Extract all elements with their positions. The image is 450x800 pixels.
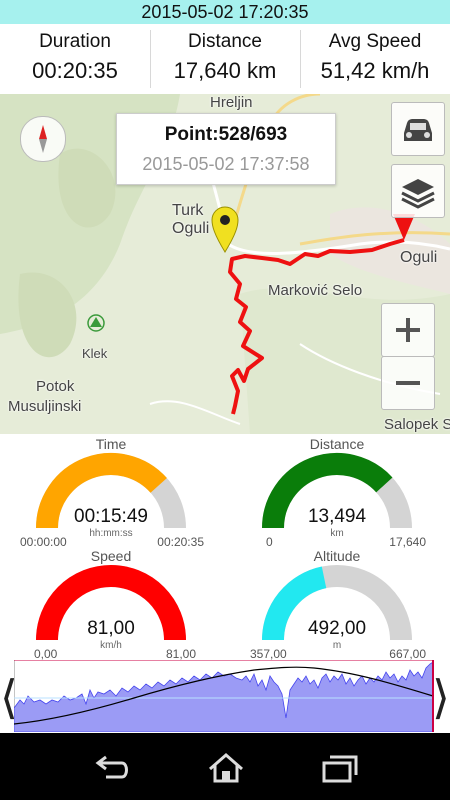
place-label: Salopek S bbox=[384, 416, 450, 433]
plus-icon bbox=[396, 318, 420, 342]
route-map[interactable]: Hreljin Turk Oguli Marković Selo Oguli K… bbox=[0, 94, 450, 434]
road bbox=[149, 400, 241, 425]
distance-gauge: Distance 13,494 km 0 17,640 bbox=[252, 436, 426, 554]
point-info-popup: Point:528/693 2015-05-02 17:37:58 bbox=[116, 113, 336, 185]
layers-button[interactable] bbox=[391, 164, 445, 218]
distance-stat: Distance 17,640 km bbox=[150, 24, 300, 94]
gauge-title: Distance bbox=[309, 436, 365, 452]
avg-speed-label: Avg Speed bbox=[328, 31, 422, 52]
compass-button[interactable] bbox=[20, 116, 66, 162]
distance-value: 17,640 km bbox=[173, 58, 277, 83]
car-icon bbox=[404, 119, 432, 141]
distance-label: Distance bbox=[188, 31, 262, 52]
zoom-out-button[interactable] bbox=[381, 356, 435, 410]
next-arrow[interactable]: ⟩ bbox=[432, 672, 450, 722]
android-nav-bar bbox=[0, 733, 450, 800]
gauge-min: 357,00 bbox=[250, 647, 287, 661]
back-icon[interactable] bbox=[92, 753, 132, 783]
gauge-min: 0,00 bbox=[34, 647, 58, 661]
gauge-title: Time bbox=[95, 436, 127, 452]
speed-gauge: Speed 81,00 km/h 0,00 81,00 bbox=[26, 548, 196, 666]
gauge-value: 81,00 bbox=[87, 618, 135, 639]
place-label: Musuljinski bbox=[8, 398, 82, 415]
layers-icon bbox=[401, 179, 435, 209]
minus-icon bbox=[396, 381, 420, 385]
gauge-max: 17,640 bbox=[389, 535, 426, 549]
position-pin-icon bbox=[211, 206, 239, 253]
place-label: Oguli bbox=[400, 249, 438, 266]
place-label: Potok bbox=[36, 378, 75, 395]
zoom-in-button[interactable] bbox=[381, 303, 435, 357]
place-label: Klek bbox=[82, 346, 108, 361]
recent-apps-icon[interactable] bbox=[320, 753, 360, 783]
compass-icon bbox=[39, 125, 47, 153]
duration-value: 00:20:35 bbox=[32, 58, 118, 83]
place-label: Oguli bbox=[172, 220, 210, 237]
home-icon[interactable] bbox=[206, 753, 246, 783]
gauge-max: 00:20:35 bbox=[157, 535, 204, 549]
place-label: Turk bbox=[172, 202, 204, 219]
summary-stats: Duration 00:20:35 Distance 17,640 km Avg… bbox=[0, 24, 450, 94]
altitude-gauge: Altitude 492,00 m 357,00 667,00 bbox=[250, 548, 426, 666]
gauge-title: Altitude bbox=[313, 548, 361, 564]
gauge-max: 667,00 bbox=[389, 647, 426, 661]
pin-dot bbox=[220, 215, 230, 225]
duration-stat: Duration 00:20:35 bbox=[0, 24, 150, 94]
avg-speed-stat: Avg Speed 51,42 km/h bbox=[300, 24, 450, 94]
peak-icon bbox=[90, 317, 102, 327]
avg-speed-value: 51,42 km/h bbox=[320, 58, 430, 83]
elevation-profile-chart[interactable] bbox=[14, 660, 434, 732]
point-time: 2015-05-02 17:37:58 bbox=[142, 154, 310, 174]
place-label: Hreljin bbox=[210, 94, 253, 111]
gauge-value: 00:15:49 bbox=[74, 506, 148, 527]
place-label: Marković Selo bbox=[268, 282, 363, 299]
point-index: Point:528/693 bbox=[164, 124, 288, 145]
vehicle-mode-button[interactable] bbox=[391, 102, 445, 156]
gauge-value: 492,00 bbox=[307, 618, 367, 639]
gauge-max: 81,00 bbox=[165, 647, 196, 661]
gauge-min: 0 bbox=[266, 535, 273, 549]
gauge-value: 13,494 bbox=[307, 506, 367, 527]
date-time-header: 2015-05-02 17:20:35 bbox=[0, 0, 450, 24]
gauge-min: 00:00:00 bbox=[20, 535, 67, 549]
gauge-title: Speed bbox=[90, 548, 132, 564]
time-gauge: Time 00:15:49 hh:mm:ss 00:00:00 00:20:35 bbox=[20, 436, 204, 554]
duration-label: Duration bbox=[39, 31, 111, 52]
